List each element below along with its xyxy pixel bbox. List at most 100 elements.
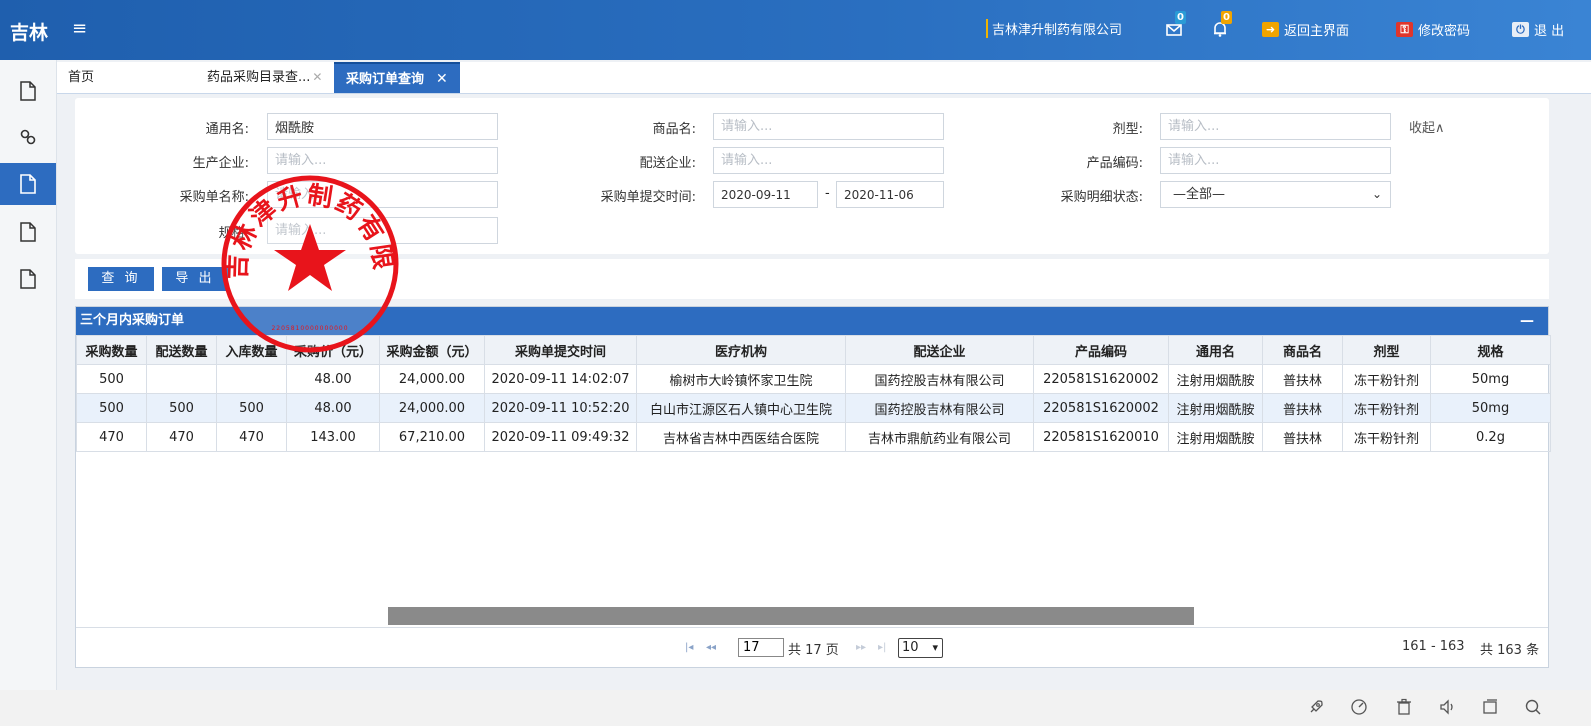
table-cell: 50mg: [1430, 364, 1551, 394]
table-header-row: 采购数量 配送数量 入库数量 采购价（元） 采购金额（元） 采购单提交时间 医疗机构 配送企业…: [76, 335, 1551, 365]
close-icon[interactable]: ✕: [436, 71, 448, 87]
sidebar-item-document-2[interactable]: [0, 211, 56, 253]
sidebar-item-link[interactable]: [0, 116, 56, 158]
close-icon[interactable]: ✕: [312, 70, 322, 84]
date-from-input[interactable]: [713, 181, 818, 208]
order-name-input[interactable]: [267, 181, 498, 208]
column-header[interactable]: 商品名: [1262, 335, 1343, 365]
query-button[interactable]: 查 询: [88, 267, 154, 291]
document-icon: [20, 269, 36, 289]
table-cell: 吉林省吉林中西医结合医院: [636, 422, 846, 452]
table-cell: 220581S1620002: [1033, 364, 1169, 394]
table-cell: 0.2g: [1430, 422, 1551, 452]
order-grid: 三个月内采购订单 — 采购数量 配送数量 入库数量 采购价（元） 采购金额（元） 采购单提…: [75, 306, 1551, 668]
column-header[interactable]: 采购数量: [76, 335, 147, 365]
distributor-label: 配送企业:: [639, 156, 696, 171]
tab-home[interactable]: 首页: [68, 62, 94, 93]
column-header[interactable]: 配送企业: [845, 335, 1034, 365]
product-code-input[interactable]: [1160, 147, 1391, 174]
column-header[interactable]: 医疗机构: [636, 335, 846, 365]
first-page-icon[interactable]: |◂: [685, 642, 693, 653]
record-total: 共 163 条: [1480, 643, 1540, 658]
bell-icon[interactable]: 0: [1211, 11, 1232, 38]
export-button[interactable]: 导 出: [162, 267, 228, 291]
tab-catalog-label: 药品采购目录查...: [207, 70, 311, 85]
detail-status-label: 采购明细状态:: [1060, 190, 1143, 205]
trade-name-input[interactable]: [713, 113, 944, 140]
trash-icon[interactable]: [1395, 698, 1413, 716]
distributor-input[interactable]: [713, 147, 944, 174]
column-header[interactable]: 通用名: [1168, 335, 1263, 365]
column-header[interactable]: 采购金额（元）: [379, 335, 485, 365]
total-pages: 共 17 页: [788, 643, 839, 658]
dosage-form-input[interactable]: [1160, 113, 1391, 140]
sidebar-item-document-active[interactable]: [0, 163, 56, 205]
mail-icon[interactable]: 0: [1165, 11, 1186, 38]
table-row[interactable]: 500 48.00 24,000.00 2020-09-11 14:02:07 榆树市大…: [76, 364, 1551, 394]
table-row[interactable]: 470 470 470 143.00 67,210.00 2020-09-11 09:49…: [76, 422, 1551, 452]
tab-order-query[interactable]: 采购订单查询 ✕: [334, 62, 460, 93]
sidebar-item-document-1[interactable]: [0, 70, 56, 112]
table-cell: 67,210.00: [379, 422, 485, 452]
speaker-icon[interactable]: [1438, 698, 1456, 716]
column-header[interactable]: 产品编码: [1033, 335, 1169, 365]
table-cell: 白山市江源区石人镇中心卫生院: [636, 393, 846, 423]
horizontal-scrollbar[interactable]: [388, 607, 1194, 625]
detail-status-select[interactable]: —全部— ⌄: [1160, 181, 1391, 208]
column-header[interactable]: 配送数量: [146, 335, 217, 365]
table-cell: 吉林市鼎航药业有限公司: [845, 422, 1034, 452]
order-table: 采购数量 配送数量 入库数量 采购价（元） 采购金额（元） 采购单提交时间 医疗机构 配送企业…: [76, 335, 1551, 452]
pagination-bar: |◂ ◂◂ 共 17 页 ▸▸ ▸| 10 ▾ 161 - 163 共 163 条: [76, 627, 1548, 667]
page-size-value: 10: [902, 640, 919, 655]
column-header[interactable]: 入库数量: [216, 335, 287, 365]
minimize-button[interactable]: —: [1520, 307, 1534, 335]
last-page-icon[interactable]: ▸|: [878, 642, 886, 653]
order-name-label: 采购单名称:: [179, 190, 249, 205]
collapse-link[interactable]: 收起∧: [1409, 117, 1445, 136]
table-cell: 24,000.00: [379, 364, 485, 394]
table-cell: 2020-09-11 10:52:20: [484, 393, 637, 423]
column-header[interactable]: 剂型: [1342, 335, 1431, 365]
power-icon: ⏻: [1512, 22, 1529, 37]
grid-title: 三个月内采购订单: [80, 313, 185, 328]
submit-time-label: 采购单提交时间:: [600, 190, 696, 205]
table-row[interactable]: 500 500 500 48.00 24,000.00 2020-09-11 10:52:…: [76, 393, 1551, 423]
page-number-input[interactable]: [738, 638, 784, 657]
search-panel: 通用名: 商品名: 剂型: 收起∧ 生产企业: 配送企业: 产品编码: 采购单名…: [75, 98, 1549, 254]
spec-input[interactable]: [267, 217, 498, 244]
return-home-link[interactable]: ➜ 返回主界面: [1262, 20, 1349, 39]
hamburger-icon[interactable]: ≡: [72, 18, 87, 39]
column-header[interactable]: 采购单提交时间: [484, 335, 637, 365]
page-size-select[interactable]: 10 ▾: [898, 638, 943, 658]
table-cell: 24,000.00: [379, 393, 485, 423]
prev-page-icon[interactable]: ◂◂: [706, 642, 716, 653]
table-cell: 48.00: [286, 393, 380, 423]
speed-icon[interactable]: [1350, 698, 1368, 716]
top-bar: 吉林 ≡ 吉林津升制药有限公司 0 0 ➜ 返回主界面 ⚿ 修改密码 ⏻ 退 出: [0, 0, 1591, 60]
tab-order-query-label: 采购订单查询: [346, 72, 425, 87]
window-icon[interactable]: [1481, 698, 1499, 716]
tab-catalog[interactable]: 药品采购目录查... ✕: [207, 62, 322, 93]
table-cell: 冻干粉针剂: [1342, 364, 1431, 394]
date-to-input[interactable]: [836, 181, 944, 208]
document-icon: [20, 174, 36, 194]
generic-name-input[interactable]: [267, 113, 498, 140]
logout-link[interactable]: ⏻ 退 出: [1512, 20, 1564, 39]
table-cell: 2020-09-11 14:02:07: [484, 364, 637, 394]
table-cell: 500: [146, 393, 217, 423]
table-cell: 国药控股吉林有限公司: [845, 364, 1034, 394]
sidebar-item-document-3[interactable]: [0, 258, 56, 300]
column-header[interactable]: 采购价（元）: [286, 335, 380, 365]
tab-bar: 首页 药品采购目录查... ✕ 采购订单查询 ✕: [57, 62, 1591, 94]
change-password-link[interactable]: ⚿ 修改密码: [1396, 20, 1470, 39]
column-header[interactable]: 规格: [1430, 335, 1551, 365]
return-home-label: 返回主界面: [1284, 24, 1350, 39]
table-cell: 普扶林: [1262, 422, 1343, 452]
rocket-icon[interactable]: [1307, 698, 1325, 716]
manufacturer-input[interactable]: [267, 147, 498, 174]
search-icon[interactable]: [1524, 698, 1542, 716]
table-cell: 榆树市大岭镇怀家卫生院: [636, 364, 846, 394]
table-cell: 500: [216, 393, 287, 423]
brand-logo: 吉林: [10, 22, 49, 44]
next-page-icon[interactable]: ▸▸: [856, 642, 866, 653]
